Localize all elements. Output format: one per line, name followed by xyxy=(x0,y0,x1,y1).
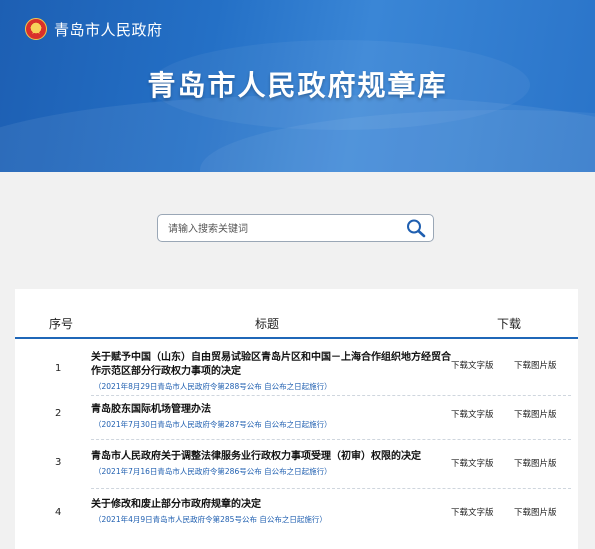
row-divider xyxy=(91,395,571,396)
regulation-meta: （2021年4月9日青岛市人民政府令第285号公布 自公布之日起施行） xyxy=(94,515,327,524)
download-image-link[interactable]: 下载图片版 xyxy=(514,359,557,371)
download-text-link[interactable]: 下载文字版 xyxy=(451,457,494,469)
regulations-table: 序号 标题 下载 1 关于赋予中国（山东）自由贸易试验区青岛片区和中国－上海合作… xyxy=(15,289,578,549)
regulation-meta: （2021年8月29日青岛市人民政府令第288号公布 自公布之日起施行） xyxy=(94,382,332,391)
search-button[interactable] xyxy=(405,218,427,238)
regulation-title-link[interactable]: 青岛胶东国际机场管理办法 xyxy=(91,403,451,417)
row-number: 2 xyxy=(55,408,62,419)
table-header: 序号 标题 下载 xyxy=(15,289,578,339)
download-image-link[interactable]: 下载图片版 xyxy=(514,457,557,469)
regulation-meta: （2021年7月30日青岛市人民政府令第287号公布 自公布之日起施行） xyxy=(94,420,332,429)
header-banner: 青岛市人民政府 青岛市人民政府规章库 xyxy=(0,0,595,172)
national-emblem-icon xyxy=(25,18,47,40)
row-divider xyxy=(91,488,571,489)
download-text-link[interactable]: 下载文字版 xyxy=(451,506,494,518)
row-number: 3 xyxy=(55,457,62,468)
download-image-link[interactable]: 下载图片版 xyxy=(514,506,557,518)
regulation-title-link[interactable]: 青岛市人民政府关于调整法律服务业行政权力事项受理（初审）权限的决定 xyxy=(91,450,471,464)
brand[interactable]: 青岛市人民政府 xyxy=(25,18,163,40)
column-header-title: 标题 xyxy=(255,317,280,331)
site-title: 青岛市人民政府规章库 xyxy=(147,69,448,102)
search-input[interactable] xyxy=(166,219,400,239)
row-number: 4 xyxy=(55,507,62,518)
download-text-link[interactable]: 下载文字版 xyxy=(451,408,494,420)
column-header-download: 下载 xyxy=(497,317,522,331)
row-divider xyxy=(91,439,571,440)
search-icon xyxy=(407,219,426,238)
download-image-link[interactable]: 下载图片版 xyxy=(514,408,557,420)
column-header-no: 序号 xyxy=(49,317,74,331)
search-box xyxy=(157,214,434,242)
brand-name: 青岛市人民政府 xyxy=(54,20,163,39)
download-text-link[interactable]: 下载文字版 xyxy=(451,359,494,371)
row-number: 1 xyxy=(55,363,62,374)
regulation-title-link[interactable]: 关于赋予中国（山东）自由贸易试验区青岛片区和中国－上海合作组织地方经贸合作示范区… xyxy=(91,351,451,379)
regulation-title-link[interactable]: 关于修改和废止部分市政府规章的决定 xyxy=(91,498,451,512)
regulation-meta: （2021年7月16日青岛市人民政府令第286号公布 自公布之日起施行） xyxy=(94,467,332,476)
